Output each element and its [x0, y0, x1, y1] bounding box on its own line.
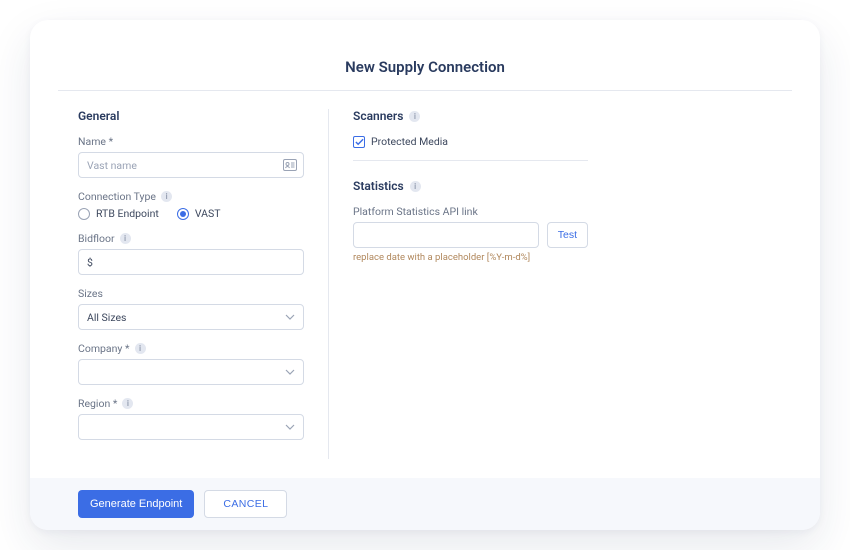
company-label-text: Company * [78, 342, 130, 355]
info-icon[interactable]: i [122, 398, 133, 409]
page-title: New Supply Connection [78, 58, 772, 76]
api-link-input[interactable] [353, 222, 539, 248]
test-button[interactable]: Test [547, 222, 588, 248]
form-columns: General Name * Vast name [78, 109, 772, 459]
name-field: Name * Vast name [78, 135, 304, 178]
region-label-text: Region * [78, 397, 117, 410]
api-link-field: Platform Statistics API link Test replac… [353, 205, 588, 263]
sizes-select[interactable]: All Sizes [78, 304, 304, 330]
protected-media-label: Protected Media [371, 135, 448, 148]
region-field: Region * i [78, 397, 304, 440]
connection-type-label-text: Connection Type [78, 190, 156, 203]
title-divider [58, 90, 792, 91]
company-label: Company * i [78, 342, 304, 355]
radio-rtb-endpoint[interactable]: RTB Endpoint [78, 207, 159, 220]
footer-bar: Generate Endpoint CANCEL [30, 478, 820, 530]
modal-card: New Supply Connection General Name * Vas… [30, 20, 820, 530]
radio-vast[interactable]: VAST [177, 207, 221, 220]
info-icon[interactable]: i [161, 191, 172, 202]
bidfloor-label-text: Bidfloor [78, 232, 115, 245]
cancel-button[interactable]: CANCEL [204, 490, 287, 518]
right-divider [353, 160, 588, 161]
sizes-label: Sizes [78, 287, 304, 300]
sizes-value: All Sizes [87, 311, 126, 324]
company-field: Company * i [78, 342, 304, 385]
bidfloor-label: Bidfloor i [78, 232, 304, 245]
contact-card-icon [283, 159, 297, 171]
protected-media-checkbox[interactable]: Protected Media [353, 135, 588, 148]
statistics-section-title: Statistics i [353, 179, 588, 193]
radio-rtb-label: RTB Endpoint [96, 207, 159, 220]
api-link-label: Platform Statistics API link [353, 205, 588, 218]
info-icon[interactable]: i [135, 343, 146, 354]
general-section: General Name * Vast name [78, 109, 328, 459]
api-link-hint: replace date with a placeholder [%Y-m-d%… [353, 252, 588, 263]
region-label: Region * i [78, 397, 304, 410]
statistics-title-text: Statistics [353, 179, 404, 193]
bidfloor-field: Bidfloor i $ [78, 232, 304, 275]
region-select[interactable] [78, 414, 304, 440]
bidfloor-input[interactable]: $ [78, 249, 304, 275]
chevron-down-icon [285, 424, 295, 430]
info-icon[interactable]: i [120, 233, 131, 244]
name-label: Name * [78, 135, 304, 148]
info-icon[interactable]: i [409, 111, 420, 122]
name-input[interactable]: Vast name [78, 152, 304, 178]
chevron-down-icon [285, 369, 295, 375]
info-icon[interactable]: i [410, 181, 421, 192]
bidfloor-value: $ [87, 256, 93, 269]
scanners-title-text: Scanners [353, 109, 403, 123]
general-section-title: General [78, 109, 304, 123]
scanners-section-title: Scanners i [353, 109, 588, 123]
right-column: Scanners i Protected Media Statistics i … [328, 109, 588, 459]
sizes-field: Sizes All Sizes [78, 287, 304, 330]
radio-vast-label: VAST [195, 207, 221, 220]
company-select[interactable] [78, 359, 304, 385]
generate-endpoint-button[interactable]: Generate Endpoint [78, 490, 194, 518]
name-placeholder: Vast name [87, 159, 137, 172]
connection-type-label: Connection Type i [78, 190, 304, 203]
check-icon [353, 136, 365, 148]
connection-type-field: Connection Type i RTB Endpoint VAST [78, 190, 304, 220]
chevron-down-icon [285, 314, 295, 320]
